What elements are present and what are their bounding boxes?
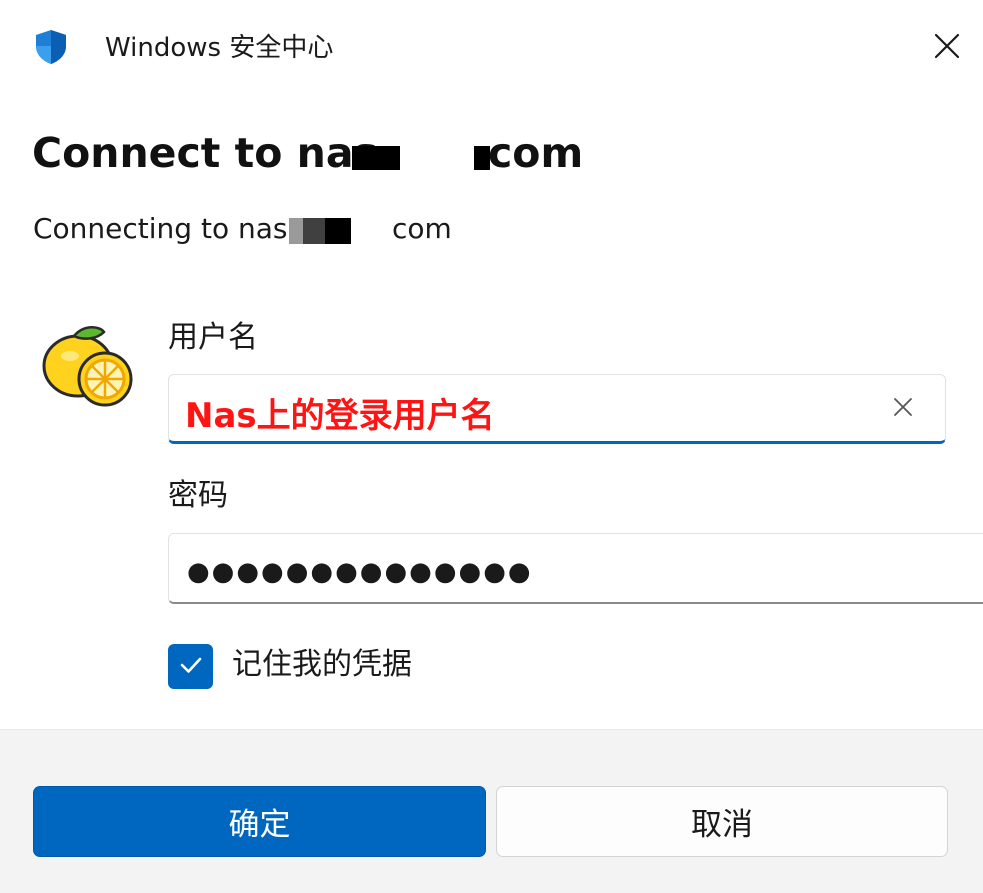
redaction-block	[289, 218, 303, 244]
clear-icon	[893, 397, 913, 421]
dialog-heading: Connect to nas	[32, 126, 378, 180]
heading-suffix: com	[488, 129, 584, 177]
clear-button[interactable]	[887, 393, 919, 425]
close-icon	[934, 33, 960, 63]
dialog-heading-suffix: com	[488, 126, 583, 180]
username-label: 用户名	[168, 320, 258, 355]
app-title: Windows 安全中心	[105, 33, 334, 63]
subheading-prefix: Connecting to nas.	[33, 212, 297, 245]
redaction-block	[303, 218, 325, 244]
password-value: ●●●●●●●●●●●●●●	[187, 557, 533, 587]
username-field[interactable]: Nas上的登录用户名	[168, 374, 946, 444]
remember-label: 记住我的凭据	[232, 647, 412, 682]
lemon-avatar-icon	[40, 322, 136, 412]
redaction-block	[325, 218, 351, 244]
heading-prefix: Connect to nas	[32, 129, 378, 177]
dialog-footer: 确定 取消	[0, 729, 983, 893]
dialog-subheading-suffix: com	[392, 209, 452, 249]
close-button[interactable]	[926, 27, 968, 69]
cancel-button-label: 取消	[691, 807, 753, 843]
title-bar: Windows 安全中心	[0, 0, 983, 96]
username-value: Nas上的登录用户名	[185, 396, 495, 436]
shield-icon	[32, 28, 70, 66]
password-label: 密码	[168, 478, 228, 513]
checkmark-icon	[178, 652, 204, 682]
dialog-subheading: Connecting to nas.	[33, 209, 296, 249]
ok-button[interactable]: 确定	[33, 786, 486, 857]
cancel-button[interactable]: 取消	[496, 786, 948, 857]
redaction-block	[352, 146, 400, 170]
subheading-suffix: com	[392, 212, 452, 245]
ok-button-label: 确定	[228, 807, 291, 843]
password-field[interactable]: ●●●●●●●●●●●●●●	[168, 533, 983, 604]
remember-checkbox[interactable]	[168, 644, 213, 689]
